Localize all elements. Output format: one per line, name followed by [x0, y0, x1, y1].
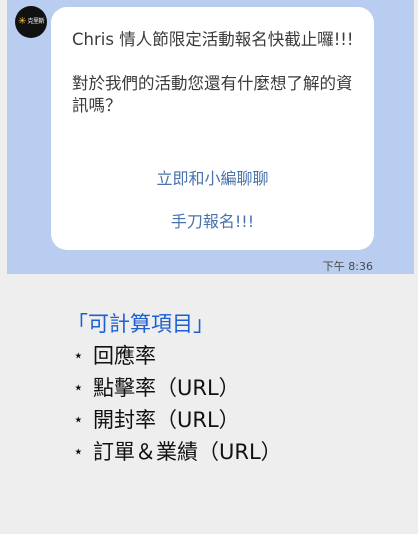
calc-item-label: 回應率 — [93, 344, 156, 368]
chat-with-editor-button[interactable]: 立即和小編聊聊 — [51, 165, 374, 189]
star-bullet-icon: ⋆ — [73, 442, 84, 462]
calc-title: 「可計算項目」 — [67, 312, 214, 336]
brand-logo-icon: ✳ 克里斯 — [18, 16, 44, 27]
message-text: Chris 情人節限定活動報名快截止囉!!! 對於我們的活動您還有什麼想了解的資… — [72, 30, 354, 115]
message-timestamp: 下午 8:36 — [322, 260, 373, 273]
calc-list: ⋆ 回應率 ⋆ 點擊率（URL） ⋆ 開封率（URL） ⋆ 訂單＆業績（URL） — [73, 340, 413, 468]
calc-item-orders-revenue: ⋆ 訂單＆業績（URL） — [73, 436, 413, 468]
calc-item-label: 開封率（URL） — [93, 408, 240, 432]
calc-item-label: 點擊率（URL） — [93, 376, 240, 400]
star-bullet-icon: ⋆ — [73, 378, 84, 398]
brand-avatar[interactable]: ✳ 克里斯 — [15, 6, 47, 38]
brand-logo-text: 克里斯 — [27, 18, 44, 25]
calc-item-response-rate: ⋆ 回應率 — [73, 340, 413, 372]
calc-section: 「可計算項目」 ⋆ 回應率 ⋆ 點擊率（URL） ⋆ 開封率（URL） ⋆ 訂單… — [67, 308, 413, 468]
star-bullet-icon: ⋆ — [73, 346, 84, 366]
calc-item-label: 訂單＆業績（URL） — [93, 440, 282, 464]
calc-item-open-rate: ⋆ 開封率（URL） — [73, 404, 413, 436]
register-button[interactable]: 手刀報名!!! — [51, 208, 374, 232]
star-bullet-icon: ⋆ — [73, 410, 84, 430]
calc-item-click-rate: ⋆ 點擊率（URL） — [73, 372, 413, 404]
message-bubble: Chris 情人節限定活動報名快截止囉!!! 對於我們的活動您還有什麼想了解的資… — [51, 7, 374, 250]
